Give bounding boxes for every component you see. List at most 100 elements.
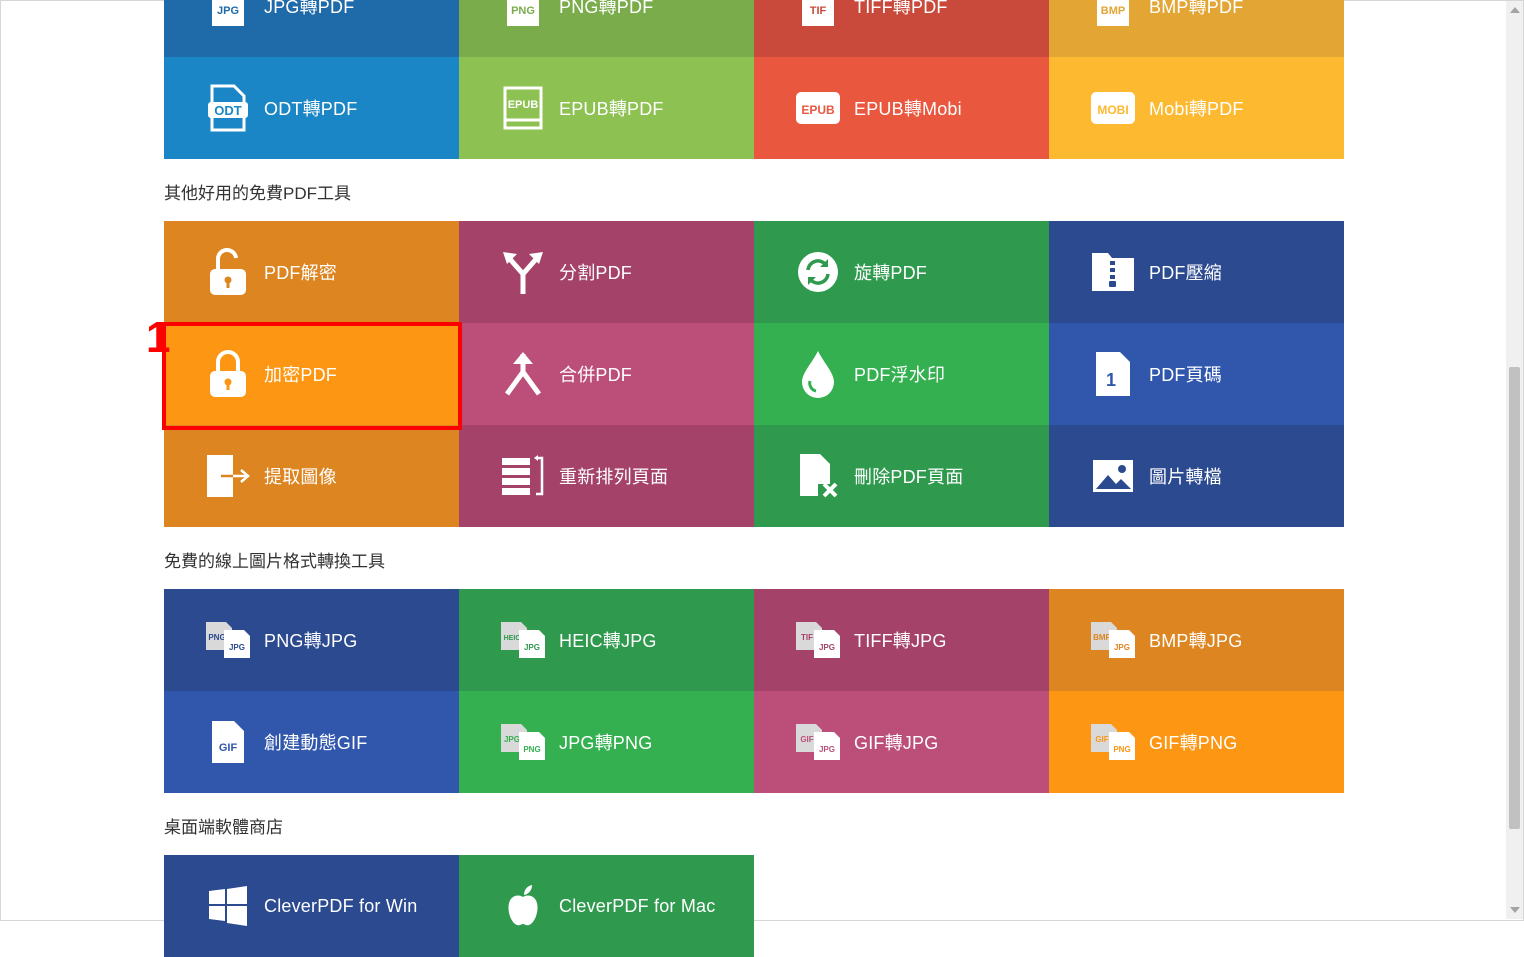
tile-label: CleverPDF for Win: [264, 895, 418, 916]
gif-file-icon: GIF: [204, 718, 252, 766]
tile-extract-images[interactable]: 提取圖像: [164, 425, 459, 527]
tile-label: HEIC轉JPG: [559, 631, 657, 651]
tile-epub-to-mobi[interactable]: EPUB EPUB轉Mobi: [754, 57, 1049, 159]
svg-text:EPUB: EPUB: [801, 103, 835, 117]
vertical-scrollbar[interactable]: [1506, 1, 1523, 919]
tile-jpg-to-pdf[interactable]: JPG JPG轉PDF: [164, 0, 459, 57]
tile-watermark-pdf[interactable]: PDF浮水印: [754, 323, 1049, 425]
tile-label: EPUB轉PDF: [559, 99, 664, 119]
tile-label: PDF解密: [264, 263, 337, 283]
section-title-pdf-tools: 其他好用的免費PDF工具: [164, 184, 351, 203]
mobi-badge-icon: MOBI: [1089, 84, 1137, 132]
tile-label: BMP轉JPG: [1149, 631, 1243, 651]
tiff-file-icon: TIF: [794, 0, 842, 30]
page-number-icon: 1: [1089, 350, 1137, 398]
tile-image-convert[interactable]: 圖片轉檔: [1049, 425, 1344, 527]
tile-create-gif[interactable]: GIF 創建動態GIF: [164, 691, 459, 793]
tiff-to-jpg-icon: TIF JPG: [794, 616, 842, 664]
svg-text:EPUB: EPUB: [508, 99, 539, 111]
tile-jpg-to-png[interactable]: JPG PNG JPG轉PNG: [459, 691, 754, 793]
scroll-up-arrow-icon[interactable]: [1510, 7, 1520, 13]
tile-png-to-jpg[interactable]: PNG JPG PNG轉JPG: [164, 589, 459, 691]
svg-text:JPG: JPG: [504, 735, 520, 744]
tile-label: JPG轉PDF: [264, 0, 355, 17]
tile-odt-to-pdf[interactable]: ODT ODT轉PDF: [164, 57, 459, 159]
tile-mobi-to-pdf[interactable]: MOBI Mobi轉PDF: [1049, 57, 1344, 159]
svg-text:PNG: PNG: [1113, 745, 1130, 754]
tile-label: 分割PDF: [559, 263, 632, 283]
svg-text:PNG: PNG: [523, 745, 540, 754]
tile-tiff-to-pdf[interactable]: TIF TIFF轉PDF: [754, 0, 1049, 57]
tile-epub-to-pdf[interactable]: EPUB EPUB轉PDF: [459, 57, 754, 159]
delete-page-icon: [794, 452, 842, 500]
jpg-file-icon: JPG: [204, 0, 252, 30]
tile-bmp-to-jpg[interactable]: BMP JPG BMP轉JPG: [1049, 589, 1344, 691]
tile-label: 圖片轉檔: [1149, 467, 1222, 487]
tile-page-number-pdf[interactable]: 1 PDF頁碼: [1049, 323, 1344, 425]
svg-text:JPG: JPG: [524, 643, 540, 652]
tile-label: 提取圖像: [264, 467, 337, 487]
tile-label: 刪除PDF頁面: [854, 467, 964, 487]
svg-text:JPG: JPG: [217, 5, 239, 17]
scrollbar-thumb[interactable]: [1509, 367, 1520, 829]
tile-encrypt-pdf[interactable]: 加密PDF: [164, 323, 459, 425]
scroll-down-arrow-icon[interactable]: [1510, 907, 1520, 913]
tile-label: PDF壓縮: [1149, 263, 1222, 283]
tile-gif-to-jpg[interactable]: GIF JPG GIF轉JPG: [754, 691, 1049, 793]
svg-text:1: 1: [1106, 370, 1116, 390]
svg-text:GIF: GIF: [800, 735, 813, 744]
section-title-image-tools: 免費的線上圖片格式轉換工具: [164, 552, 385, 571]
tile-split-pdf[interactable]: 分割PDF: [459, 221, 754, 323]
svg-text:TIF: TIF: [801, 633, 813, 642]
svg-text:JPG: JPG: [819, 643, 835, 652]
unlock-icon: [204, 248, 252, 296]
svg-text:TIF: TIF: [810, 5, 827, 17]
gif-to-png-icon: GIF PNG: [1089, 718, 1137, 766]
tile-label: PNG轉JPG: [264, 631, 358, 651]
tile-gif-to-png[interactable]: GIF PNG GIF轉PNG: [1049, 691, 1344, 793]
tile-compress-pdf[interactable]: PDF壓縮: [1049, 221, 1344, 323]
svg-text:JPG: JPG: [1114, 643, 1130, 652]
tile-cleverpdf-mac[interactable]: CleverPDF for Mac: [459, 855, 754, 957]
epub-book-icon: EPUB: [499, 84, 547, 132]
svg-text:PNG: PNG: [208, 633, 225, 642]
epub-badge-icon: EPUB: [794, 84, 842, 132]
tile-label: GIF轉PNG: [1149, 733, 1238, 753]
tile-png-to-pdf[interactable]: PNG PNG轉PDF: [459, 0, 754, 57]
merge-arrows-icon: [499, 350, 547, 398]
gif-to-jpg-icon: GIF JPG: [794, 718, 842, 766]
tile-bmp-to-pdf[interactable]: BMP BMP轉PDF: [1049, 0, 1344, 57]
tile-reorder-pages[interactable]: 重新排列頁面: [459, 425, 754, 527]
tile-delete-pages[interactable]: 刪除PDF頁面: [754, 425, 1049, 527]
svg-text:PNG: PNG: [511, 5, 535, 17]
svg-text:BMP: BMP: [1093, 633, 1111, 642]
tile-label: ODT轉PDF: [264, 99, 358, 119]
png-file-icon: PNG: [499, 0, 547, 30]
svg-text:ODT: ODT: [214, 103, 242, 118]
windows-logo-icon: [204, 882, 252, 930]
extract-icon: [204, 452, 252, 500]
tile-pdf-decrypt[interactable]: PDF解密: [164, 221, 459, 323]
tile-label: 旋轉PDF: [854, 263, 927, 283]
tile-rotate-pdf[interactable]: 旋轉PDF: [754, 221, 1049, 323]
tile-merge-pdf[interactable]: 合併PDF: [459, 323, 754, 425]
tile-label: Mobi轉PDF: [1149, 99, 1244, 119]
tile-cleverpdf-win[interactable]: CleverPDF for Win: [164, 855, 459, 957]
bmp-to-jpg-icon: BMP JPG: [1089, 616, 1137, 664]
tile-label: 重新排列頁面: [559, 467, 669, 487]
tile-label: TIFF轉JPG: [854, 631, 947, 651]
svg-text:JPG: JPG: [819, 745, 835, 754]
tile-tiff-to-jpg[interactable]: TIF JPG TIFF轉JPG: [754, 589, 1049, 691]
zip-folder-icon: [1089, 248, 1137, 296]
svg-text:GIF: GIF: [219, 742, 238, 754]
water-drop-icon: [794, 350, 842, 398]
odt-file-icon: ODT: [204, 84, 252, 132]
svg-text:BMP: BMP: [1101, 5, 1125, 17]
tile-heic-to-jpg[interactable]: HEIC JPG HEIC轉JPG: [459, 589, 754, 691]
tile-label: CleverPDF for Mac: [559, 895, 716, 916]
svg-text:GIF: GIF: [1095, 735, 1108, 744]
svg-text:JPG: JPG: [229, 643, 245, 652]
tile-label: PDF頁碼: [1149, 365, 1222, 385]
png-to-jpg-icon: PNG JPG: [204, 616, 252, 664]
bmp-file-icon: BMP: [1089, 0, 1137, 30]
